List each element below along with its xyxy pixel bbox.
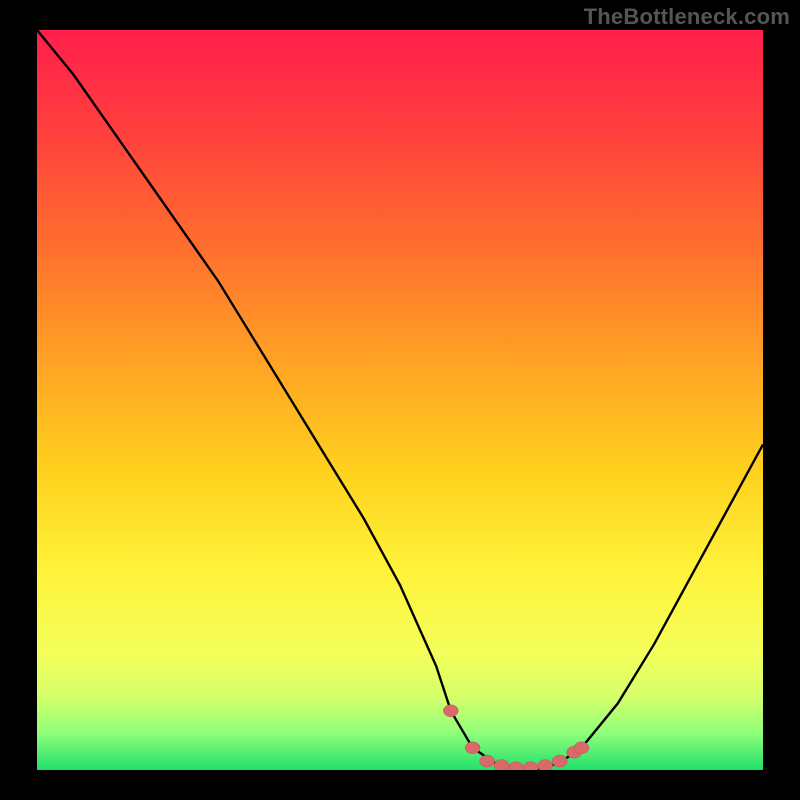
gradient-background <box>37 30 763 770</box>
marker-dot <box>480 755 495 767</box>
marker-dot <box>465 742 480 754</box>
bottleneck-chart <box>0 0 800 800</box>
marker-dot <box>538 760 553 772</box>
marker-dot <box>494 760 509 772</box>
marker-dot <box>443 705 458 717</box>
marker-dot <box>552 755 567 767</box>
marker-dot <box>509 762 524 774</box>
attribution-text: TheBottleneck.com <box>584 4 790 30</box>
chart-frame: TheBottleneck.com <box>0 0 800 800</box>
marker-dot <box>523 762 538 774</box>
marker-dot <box>574 742 589 754</box>
